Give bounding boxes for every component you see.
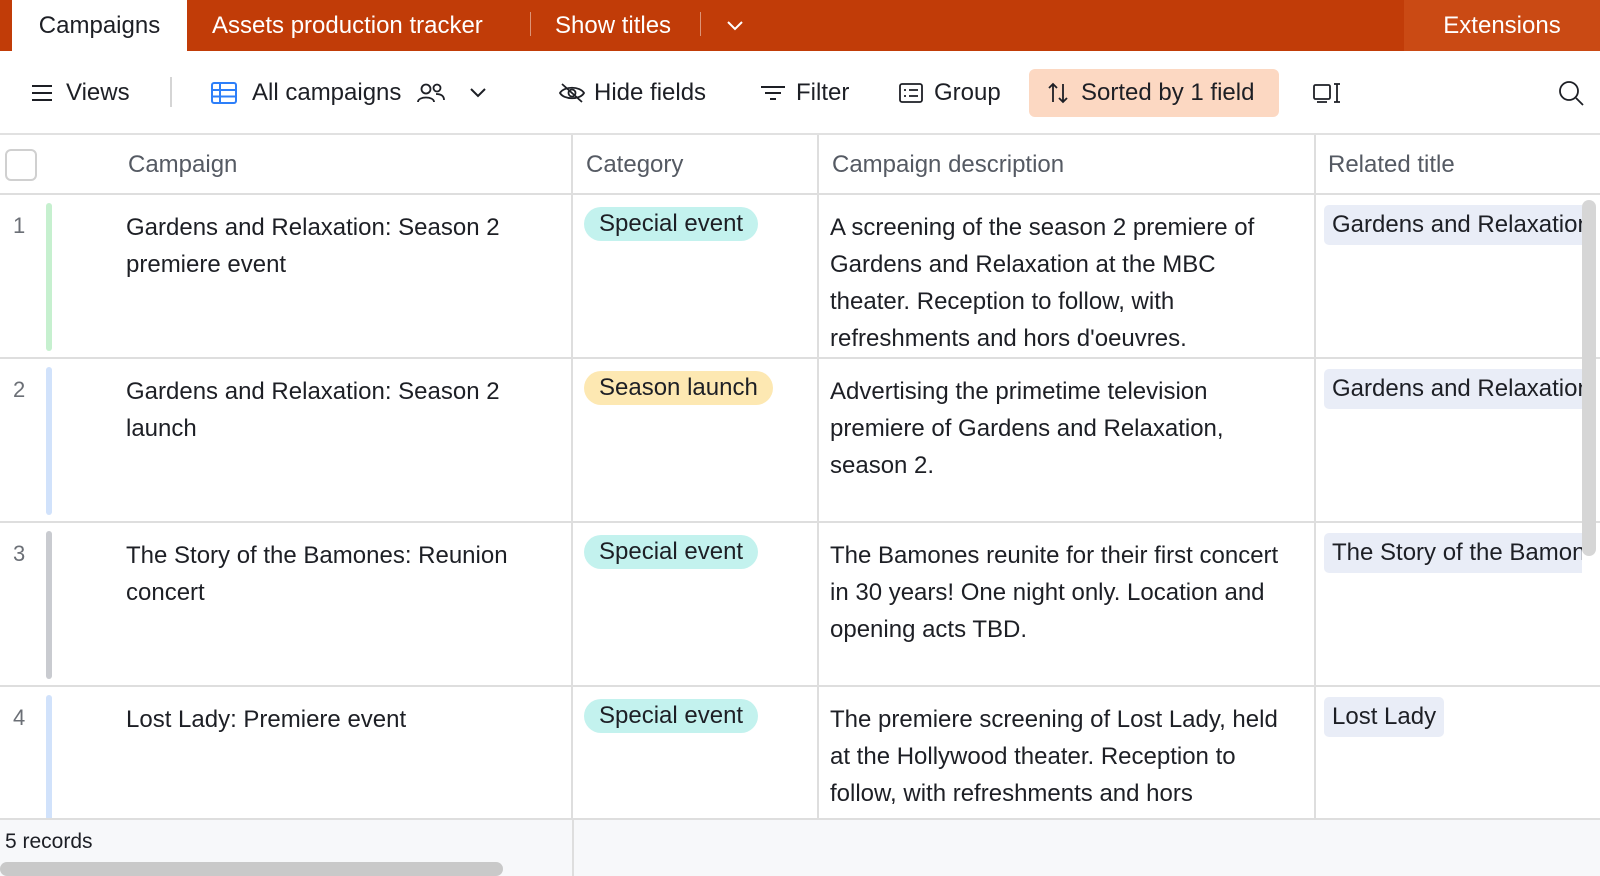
extensions-button[interactable]: Extensions — [1404, 0, 1600, 51]
column-header-related-title[interactable]: Related title — [1328, 135, 1455, 195]
related-title-chip[interactable]: The Story of the Bamones — [1324, 533, 1582, 573]
tab-campaigns[interactable]: Campaigns — [12, 0, 187, 51]
related-title-chip[interactable]: Gardens and Relaxation — [1324, 205, 1582, 245]
footer-divider — [572, 820, 574, 876]
search-button[interactable] — [1557, 51, 1585, 135]
category-pill[interactable]: Season launch — [584, 371, 773, 405]
table-row[interactable]: 3 The Story of the Bamones: Reunion conc… — [0, 523, 1600, 687]
filter-label: Filter — [796, 79, 850, 106]
row-number: 3 — [13, 541, 26, 566]
sort-button[interactable]: Sorted by 1 field — [1029, 69, 1279, 117]
category-pill[interactable]: Special event — [584, 699, 759, 733]
hide-fields-label: Hide fields — [594, 79, 707, 106]
tab-campaigns-label: Campaigns — [38, 11, 161, 39]
grid-view-icon — [211, 82, 237, 104]
column-divider — [571, 135, 573, 818]
hide-fields-button[interactable]: Hide fields — [558, 51, 706, 135]
campaign-cell[interactable]: The Story of the Bamones: Reunion concer… — [126, 537, 546, 611]
tab-divider — [700, 12, 701, 36]
chevron-down-icon — [727, 20, 743, 30]
tab-bar: Campaigns Assets production tracker Show… — [0, 0, 1600, 51]
category-pill[interactable]: Special event — [584, 207, 759, 241]
tab-assets-production-tracker[interactable]: Assets production tracker — [212, 0, 483, 51]
menu-icon — [32, 85, 52, 101]
column-header-label: Category — [586, 151, 684, 178]
select-all-checkbox[interactable] — [5, 149, 37, 181]
column-header-label: Campaign — [128, 151, 238, 178]
column-header-label: Related title — [1328, 151, 1455, 178]
column-header-category[interactable]: Category — [586, 135, 683, 195]
row-height-button[interactable] — [1312, 51, 1342, 135]
row-number: 1 — [13, 213, 26, 238]
description-cell[interactable]: The premiere screening of Lost Lady, hel… — [830, 701, 1300, 812]
filter-icon — [761, 86, 785, 100]
description-cell[interactable]: The Bamones reunite for their first conc… — [830, 537, 1300, 648]
tab-label: Show titles — [555, 11, 672, 39]
related-title-cell[interactable]: Gardens and Relaxation — [1316, 195, 1582, 359]
column-divider — [1314, 135, 1316, 818]
sort-arrows-icon — [1048, 82, 1068, 104]
sort-label: Sorted by 1 field — [1081, 79, 1255, 106]
table-row[interactable]: 1 Gardens and Relaxation: Season 2 premi… — [0, 195, 1600, 359]
description-cell[interactable]: Advertising the primetime television pre… — [830, 373, 1300, 484]
grid-footer: 5 records — [0, 818, 1600, 876]
records-grid: Campaign Category Campaign description R… — [0, 135, 1600, 876]
related-title-chip[interactable]: Lost Lady — [1324, 697, 1445, 737]
search-icon — [1559, 81, 1584, 106]
column-header-campaign[interactable]: Campaign — [128, 135, 237, 195]
column-header-campaign-description[interactable]: Campaign description — [832, 135, 1064, 195]
row-height-icon — [1313, 83, 1340, 103]
filter-button[interactable]: Filter — [760, 51, 849, 135]
table-row[interactable]: 2 Gardens and Relaxation: Season 2 launc… — [0, 359, 1600, 523]
view-toolbar: Views All campaigns Hide fields Filter G… — [0, 51, 1600, 135]
row-color-bar — [46, 367, 52, 515]
description-cell[interactable]: A screening of the season 2 premiere of … — [830, 209, 1300, 357]
extensions-label: Extensions — [1443, 11, 1561, 39]
campaign-cell[interactable]: Lost Lady: Premiere event — [126, 701, 546, 738]
category-pill[interactable]: Special event — [584, 535, 759, 569]
tab-divider — [530, 12, 531, 36]
column-divider — [817, 135, 819, 818]
row-color-bar — [46, 531, 52, 679]
group-label: Group — [934, 79, 1001, 106]
tab-show-titles[interactable]: Show titles — [555, 0, 671, 51]
view-name: All campaigns — [252, 79, 402, 106]
view-switcher[interactable]: All campaigns — [210, 51, 487, 135]
vertical-scrollbar[interactable] — [1582, 200, 1596, 556]
campaign-cell[interactable]: Gardens and Relaxation: Season 2 premier… — [126, 209, 546, 283]
record-count: 5 records — [5, 830, 93, 853]
row-color-bar — [46, 203, 52, 351]
related-title-chip[interactable]: Gardens and Relaxation — [1324, 369, 1582, 409]
group-button[interactable]: Group — [898, 51, 1001, 135]
column-header-label: Campaign description — [832, 151, 1065, 178]
group-icon — [899, 83, 923, 103]
related-title-cell[interactable]: Gardens and Relaxation — [1316, 359, 1582, 523]
views-button[interactable]: Views — [30, 51, 130, 135]
more-tabs-button[interactable] — [720, 0, 750, 51]
horizontal-scrollbar[interactable] — [0, 862, 503, 876]
row-number: 2 — [13, 377, 26, 402]
row-number: 4 — [13, 705, 26, 730]
chevron-down-icon — [470, 88, 487, 98]
related-title-cell[interactable]: The Story of the Bamones — [1316, 523, 1582, 687]
collaborative-view-icon — [417, 83, 446, 103]
campaign-cell[interactable]: Gardens and Relaxation: Season 2 launch — [126, 373, 546, 447]
tab-label: Assets production tracker — [212, 11, 483, 39]
column-header-row: Campaign Category Campaign description R… — [0, 135, 1600, 195]
views-label: Views — [66, 79, 130, 106]
eye-off-icon — [558, 83, 586, 103]
toolbar-divider — [170, 77, 172, 107]
